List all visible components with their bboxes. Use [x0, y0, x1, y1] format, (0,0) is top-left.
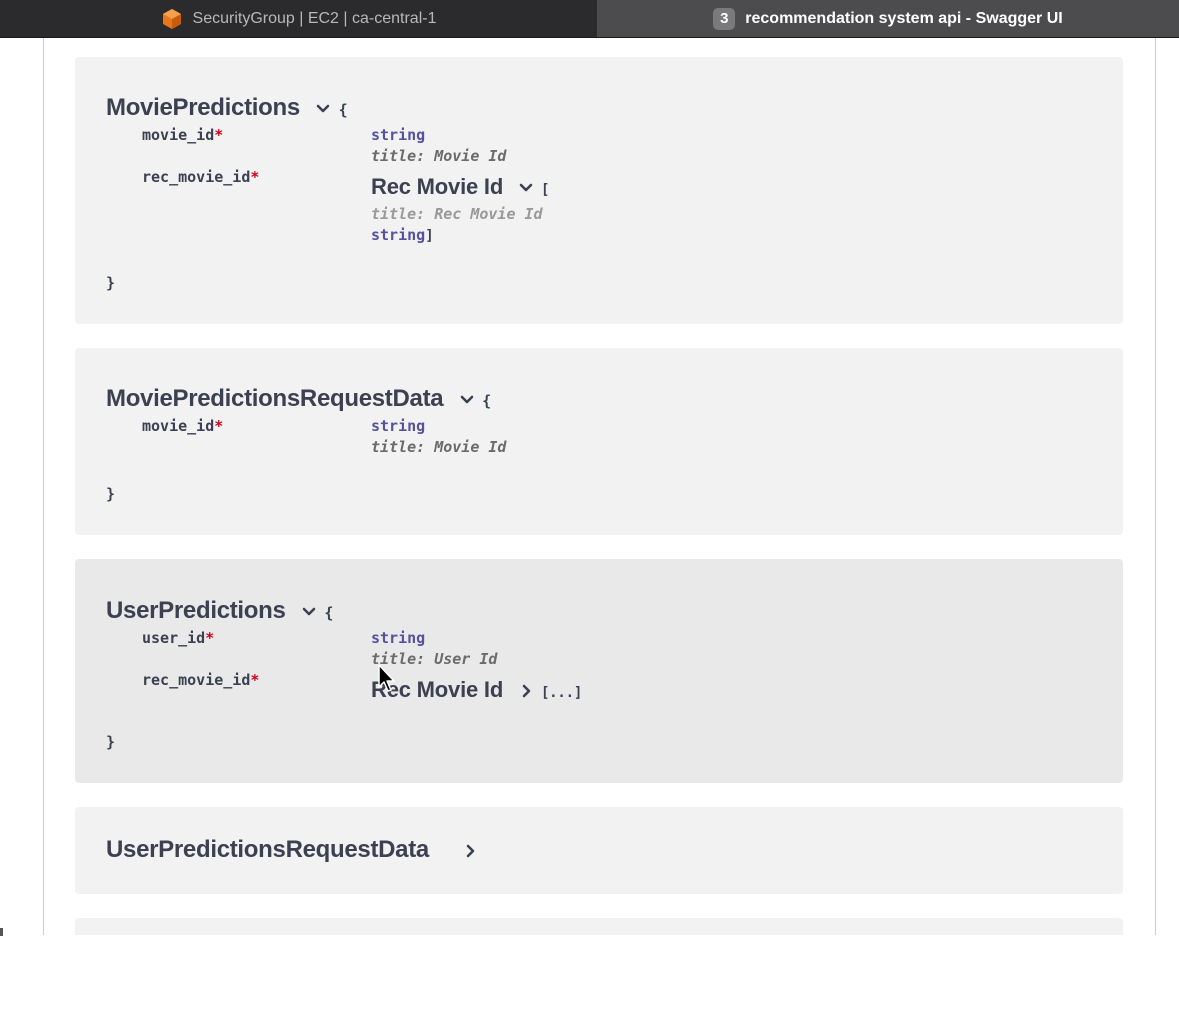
close-brace: } — [106, 485, 116, 503]
mouse-cursor-icon — [378, 664, 395, 692]
tab-count-badge: 3 — [713, 7, 736, 30]
open-brace: { — [482, 392, 491, 410]
required-marker: * — [214, 417, 224, 435]
aws-ec2-cube-icon — [162, 8, 181, 29]
prop-rec-movie-id: rec_movie_id* — [142, 671, 259, 689]
required-marker: * — [205, 629, 215, 647]
model-name: MoviePredictionsRequestData — [106, 385, 444, 412]
prop-name: user_id — [142, 629, 206, 647]
model-name: UserPredictions — [106, 597, 286, 624]
prop-name: movie_id — [142, 126, 215, 144]
prop-name: rec_movie_id — [142, 671, 251, 689]
chevron-down-icon[interactable] — [300, 603, 318, 621]
prop-name: movie_id — [142, 417, 215, 435]
prop-type: string — [371, 126, 426, 144]
prop-title: title: Movie Id — [371, 438, 507, 456]
model-title[interactable]: MoviePredictions { — [106, 94, 348, 122]
array-title[interactable]: Rec Movie Id [...] — [371, 677, 582, 703]
swagger-schemas-section: MoviePredictions { movie_id* string titl… — [43, 38, 1156, 935]
model-movie-predictions: MoviePredictions { movie_id* string titl… — [75, 57, 1123, 324]
model-user-predictions: UserPredictions { user_id* string title:… — [75, 559, 1123, 783]
close-bracket: ] — [425, 228, 434, 244]
required-marker: * — [214, 126, 224, 144]
tab-label: SecurityGroup | EC2 | ca-central-1 — [192, 9, 437, 27]
tab-swagger-ui[interactable]: 3 recommendation system api - Swagger UI — [597, 0, 1179, 37]
prop-rec-movie-id: rec_movie_id* — [142, 168, 259, 186]
prop-movie-id: movie_id* — [142, 126, 223, 144]
model-user-predictions-request-data[interactable]: UserPredictionsRequestData — [75, 807, 1123, 894]
open-brace: { — [324, 604, 334, 622]
tab-security-group[interactable]: SecurityGroup | EC2 | ca-central-1 — [0, 0, 597, 37]
model-name: MoviePredictions — [106, 94, 300, 121]
open-brace: { — [338, 101, 348, 119]
prop-title: title: Movie Id — [371, 147, 507, 165]
chevron-down-icon[interactable] — [314, 100, 332, 118]
model-title[interactable]: UserPredictionsRequestData — [106, 836, 479, 864]
model-name: UserPredictionsRequestData — [106, 836, 429, 863]
collapsed-array[interactable]: [...] — [541, 685, 582, 701]
close-brace: } — [106, 733, 116, 751]
close-brace: } — [106, 274, 116, 292]
model-title[interactable]: UserPredictions { — [106, 597, 333, 625]
required-marker: * — [250, 168, 260, 186]
item-type: string] — [371, 226, 434, 244]
model-movie-predictions-request-data: MoviePredictionsRequestData { movie_id* … — [75, 348, 1123, 535]
item-title: title: Rec Movie Id — [371, 205, 543, 223]
prop-type: string — [371, 417, 426, 435]
prop-user-id: user_id* — [142, 629, 214, 647]
model-title[interactable]: MoviePredictionsRequestData { — [106, 385, 491, 413]
required-marker: * — [250, 671, 260, 689]
prop-movie-id: movie_id* — [142, 417, 223, 435]
chevron-right-icon[interactable] — [517, 682, 535, 700]
item-type-label: string — [371, 226, 426, 244]
prop-name: rec_movie_id — [142, 168, 251, 186]
chevron-right-icon[interactable] — [461, 842, 479, 860]
browser-tab-bar: SecurityGroup | EC2 | ca-central-1 3 rec… — [0, 0, 1179, 38]
open-bracket: [ — [540, 182, 550, 198]
chevron-down-icon[interactable] — [458, 391, 476, 409]
edge-mark — [0, 928, 3, 936]
model-next-partial — [75, 918, 1123, 935]
tab-label: recommendation system api - Swagger UI — [745, 9, 1063, 27]
chevron-down-icon[interactable] — [517, 179, 535, 197]
array-title[interactable]: Rec Movie Id [ — [371, 174, 549, 200]
prop-type: string — [371, 629, 426, 647]
array-title-label: Rec Movie Id — [371, 174, 504, 199]
